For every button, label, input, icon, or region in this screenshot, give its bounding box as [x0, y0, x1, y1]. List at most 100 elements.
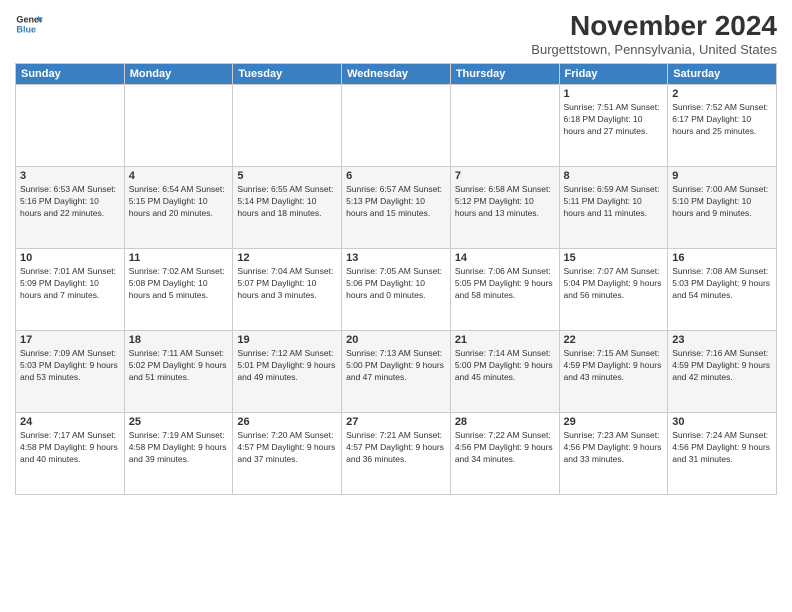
month-title: November 2024	[531, 10, 777, 42]
calendar-week-3: 10 Sunrise: 7:01 AM Sunset: 5:09 PM Dayli…	[16, 249, 777, 331]
day-info: Sunrise: 7:17 AM Sunset: 4:58 PM Dayligh…	[20, 430, 120, 466]
table-row: 27 Sunrise: 7:21 AM Sunset: 4:57 PM Dayli…	[342, 413, 451, 495]
day-info: Sunrise: 7:07 AM Sunset: 5:04 PM Dayligh…	[564, 266, 664, 302]
col-wednesday: Wednesday	[342, 64, 451, 85]
table-row: 30 Sunrise: 7:24 AM Sunset: 4:56 PM Dayli…	[668, 413, 777, 495]
day-number: 1	[564, 88, 664, 100]
table-row: 1 Sunrise: 7:51 AM Sunset: 6:18 PM Daylig…	[559, 85, 668, 167]
day-number: 18	[129, 334, 229, 346]
day-number: 5	[237, 170, 337, 182]
day-info: Sunrise: 7:01 AM Sunset: 5:09 PM Dayligh…	[20, 266, 120, 302]
day-number: 8	[564, 170, 664, 182]
col-friday: Friday	[559, 64, 668, 85]
table-row: 5 Sunrise: 6:55 AM Sunset: 5:14 PM Daylig…	[233, 167, 342, 249]
col-sunday: Sunday	[16, 64, 125, 85]
day-number: 16	[672, 252, 772, 264]
day-info: Sunrise: 7:52 AM Sunset: 6:17 PM Dayligh…	[672, 102, 772, 138]
table-row: 13 Sunrise: 7:05 AM Sunset: 5:06 PM Dayli…	[342, 249, 451, 331]
day-number: 13	[346, 252, 446, 264]
day-number: 14	[455, 252, 555, 264]
title-block: November 2024 Burgettstown, Pennsylvania…	[531, 10, 777, 57]
day-number: 6	[346, 170, 446, 182]
table-row: 16 Sunrise: 7:08 AM Sunset: 5:03 PM Dayli…	[668, 249, 777, 331]
day-number: 19	[237, 334, 337, 346]
col-saturday: Saturday	[668, 64, 777, 85]
day-number: 17	[20, 334, 120, 346]
table-row: 21Sunrise: 7:14 AM Sunset: 5:00 PM Dayli…	[450, 331, 559, 413]
day-info: Sunrise: 6:53 AM Sunset: 5:16 PM Dayligh…	[20, 184, 120, 220]
table-row: 25Sunrise: 7:19 AM Sunset: 4:58 PM Dayli…	[124, 413, 233, 495]
day-info: Sunrise: 7:21 AM Sunset: 4:57 PM Dayligh…	[346, 430, 446, 466]
day-number: 30	[672, 416, 772, 428]
day-info: Sunrise: 7:20 AM Sunset: 4:57 PM Dayligh…	[237, 430, 337, 466]
day-number: 22	[564, 334, 664, 346]
table-row: 9 Sunrise: 7:00 AM Sunset: 5:10 PM Daylig…	[668, 167, 777, 249]
day-info: Sunrise: 6:55 AM Sunset: 5:14 PM Dayligh…	[237, 184, 337, 220]
page: General Blue November 2024 Burgettstown,…	[0, 0, 792, 612]
day-info: Sunrise: 7:09 AM Sunset: 5:03 PM Dayligh…	[20, 348, 120, 384]
day-info: Sunrise: 7:06 AM Sunset: 5:05 PM Dayligh…	[455, 266, 555, 302]
table-row: 8 Sunrise: 6:59 AM Sunset: 5:11 PM Daylig…	[559, 167, 668, 249]
logo-icon: General Blue	[15, 10, 43, 38]
table-row: 28 Sunrise: 7:22 AM Sunset: 4:56 PM Dayli…	[450, 413, 559, 495]
day-number: 27	[346, 416, 446, 428]
table-row	[342, 85, 451, 167]
day-number: 11	[129, 252, 229, 264]
day-info: Sunrise: 6:59 AM Sunset: 5:11 PM Dayligh…	[564, 184, 664, 220]
calendar-week-4: 17 Sunrise: 7:09 AM Sunset: 5:03 PM Dayli…	[16, 331, 777, 413]
table-row	[16, 85, 125, 167]
table-row: 6 Sunrise: 6:57 AM Sunset: 5:13 PM Daylig…	[342, 167, 451, 249]
table-row: 3Sunrise: 6:53 AM Sunset: 5:16 PM Daylig…	[16, 167, 125, 249]
table-row: 10 Sunrise: 7:01 AM Sunset: 5:09 PM Dayli…	[16, 249, 125, 331]
day-number: 2	[672, 88, 772, 100]
day-info: Sunrise: 7:13 AM Sunset: 5:00 PM Dayligh…	[346, 348, 446, 384]
table-row: 2 Sunrise: 7:52 AM Sunset: 6:17 PM Daylig…	[668, 85, 777, 167]
header: General Blue November 2024 Burgettstown,…	[15, 10, 777, 57]
calendar-week-5: 24 Sunrise: 7:17 AM Sunset: 4:58 PM Dayli…	[16, 413, 777, 495]
day-number: 20	[346, 334, 446, 346]
col-tuesday: Tuesday	[233, 64, 342, 85]
table-row: 4 Sunrise: 6:54 AM Sunset: 5:15 PM Daylig…	[124, 167, 233, 249]
calendar-week-2: 3Sunrise: 6:53 AM Sunset: 5:16 PM Daylig…	[16, 167, 777, 249]
calendar-table: Sunday Monday Tuesday Wednesday Thursday…	[15, 63, 777, 495]
calendar-week-1: 1 Sunrise: 7:51 AM Sunset: 6:18 PM Daylig…	[16, 85, 777, 167]
day-info: Sunrise: 7:05 AM Sunset: 5:06 PM Dayligh…	[346, 266, 446, 302]
table-row	[233, 85, 342, 167]
day-info: Sunrise: 6:54 AM Sunset: 5:15 PM Dayligh…	[129, 184, 229, 220]
day-info: Sunrise: 7:23 AM Sunset: 4:56 PM Dayligh…	[564, 430, 664, 466]
col-monday: Monday	[124, 64, 233, 85]
day-number: 9	[672, 170, 772, 182]
day-number: 10	[20, 252, 120, 264]
svg-text:Blue: Blue	[16, 24, 36, 34]
day-number: 24	[20, 416, 120, 428]
day-info: Sunrise: 7:00 AM Sunset: 5:10 PM Dayligh…	[672, 184, 772, 220]
table-row: 14 Sunrise: 7:06 AM Sunset: 5:05 PM Dayli…	[450, 249, 559, 331]
day-info: Sunrise: 7:51 AM Sunset: 6:18 PM Dayligh…	[564, 102, 664, 138]
day-info: Sunrise: 6:58 AM Sunset: 5:12 PM Dayligh…	[455, 184, 555, 220]
col-thursday: Thursday	[450, 64, 559, 85]
table-row	[450, 85, 559, 167]
table-row	[124, 85, 233, 167]
table-row: 24 Sunrise: 7:17 AM Sunset: 4:58 PM Dayli…	[16, 413, 125, 495]
day-info: Sunrise: 7:19 AM Sunset: 4:58 PM Dayligh…	[129, 430, 229, 466]
table-row: 23Sunrise: 7:16 AM Sunset: 4:59 PM Dayli…	[668, 331, 777, 413]
day-info: Sunrise: 6:57 AM Sunset: 5:13 PM Dayligh…	[346, 184, 446, 220]
day-info: Sunrise: 7:24 AM Sunset: 4:56 PM Dayligh…	[672, 430, 772, 466]
day-number: 4	[129, 170, 229, 182]
day-number: 28	[455, 416, 555, 428]
logo: General Blue	[15, 10, 43, 38]
day-info: Sunrise: 7:04 AM Sunset: 5:07 PM Dayligh…	[237, 266, 337, 302]
table-row: 12Sunrise: 7:04 AM Sunset: 5:07 PM Dayli…	[233, 249, 342, 331]
day-info: Sunrise: 7:02 AM Sunset: 5:08 PM Dayligh…	[129, 266, 229, 302]
table-row: 17 Sunrise: 7:09 AM Sunset: 5:03 PM Dayli…	[16, 331, 125, 413]
day-number: 26	[237, 416, 337, 428]
table-row: 7Sunrise: 6:58 AM Sunset: 5:12 PM Daylig…	[450, 167, 559, 249]
day-info: Sunrise: 7:22 AM Sunset: 4:56 PM Dayligh…	[455, 430, 555, 466]
day-info: Sunrise: 7:14 AM Sunset: 5:00 PM Dayligh…	[455, 348, 555, 384]
table-row: 19Sunrise: 7:12 AM Sunset: 5:01 PM Dayli…	[233, 331, 342, 413]
header-row: Sunday Monday Tuesday Wednesday Thursday…	[16, 64, 777, 85]
day-info: Sunrise: 7:08 AM Sunset: 5:03 PM Dayligh…	[672, 266, 772, 302]
table-row: 20 Sunrise: 7:13 AM Sunset: 5:00 PM Dayli…	[342, 331, 451, 413]
day-info: Sunrise: 7:11 AM Sunset: 5:02 PM Dayligh…	[129, 348, 229, 384]
day-info: Sunrise: 7:15 AM Sunset: 4:59 PM Dayligh…	[564, 348, 664, 384]
